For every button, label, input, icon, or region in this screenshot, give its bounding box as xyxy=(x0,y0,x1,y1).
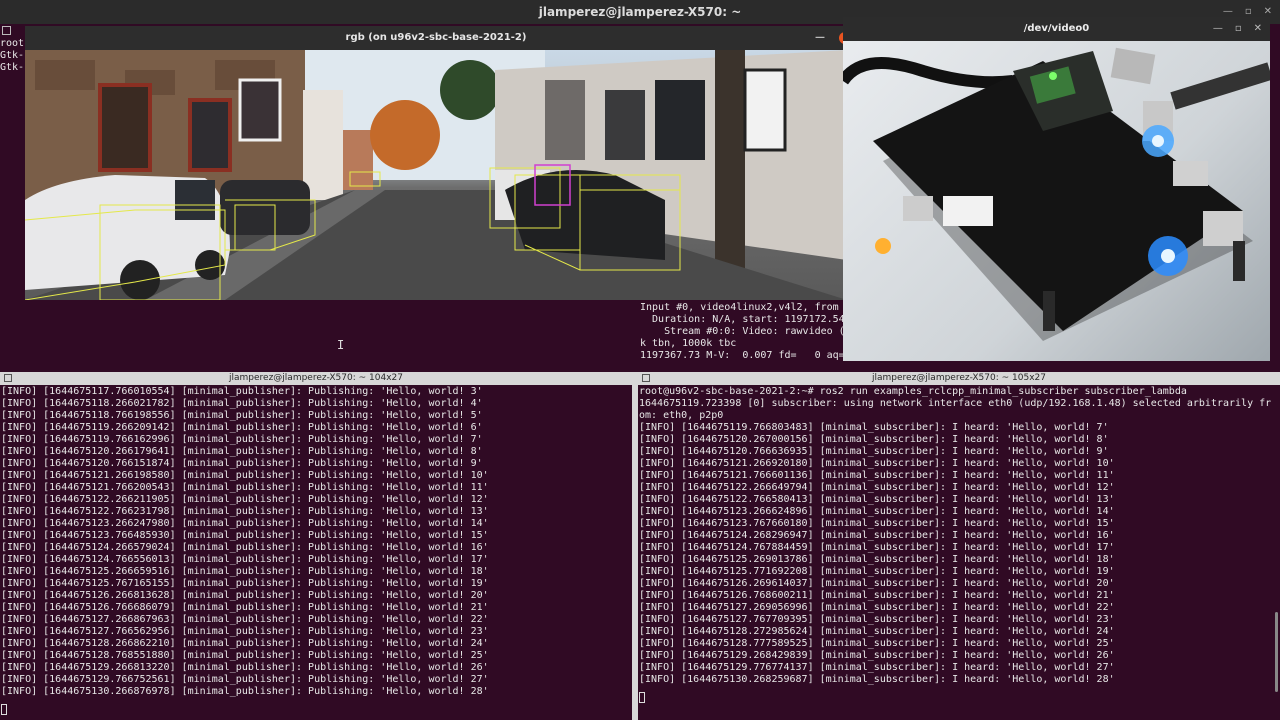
terminal-line: [INFO] [1644675123.266624896] [minimal_s… xyxy=(639,506,1115,517)
terminal-line: [INFO] [1644675119.266209142] [minimal_p… xyxy=(1,422,483,433)
terminal-line: [INFO] [1644675128.777589525] [minimal_s… xyxy=(639,638,1115,649)
terminal-cursor xyxy=(1,698,7,717)
terminal-line: [INFO] [1644675117.766010554] [minimal_p… xyxy=(1,386,483,397)
terminal-line: [INFO] [1644675126.768600211] [minimal_s… xyxy=(639,590,1115,601)
terminal-line: [INFO] [1644675118.266021782] [minimal_p… xyxy=(1,398,483,409)
terminal-line: [INFO] [1644675130.268259687] [minimal_s… xyxy=(639,674,1115,685)
terminal-line: [INFO] [1644675120.267000156] [minimal_s… xyxy=(639,434,1109,445)
rgb-window-titlebar[interactable]: rgb (on u96v2-sbc-base-2021-2) — xyxy=(25,26,851,50)
terminal-line: [INFO] [1644675119.766162996] [minimal_p… xyxy=(1,434,483,445)
terminal-line: [INFO] [1644675123.766485930] [minimal_p… xyxy=(1,530,489,541)
window-controls: — ▫ ✕ xyxy=(1213,17,1262,41)
terminal-line: Duration: N/A, start: 1197172.54 xyxy=(640,314,845,325)
terminal-line: [INFO] [1644675129.766752561] [minimal_p… xyxy=(1,674,489,685)
text-cursor-icon: I xyxy=(337,338,345,352)
camera-detection-image xyxy=(25,50,847,300)
terminal-line: [INFO] [1644675122.266649794] [minimal_s… xyxy=(639,482,1115,493)
terminal-line: [INFO] [1644675127.266867963] [minimal_p… xyxy=(1,614,489,625)
terminal-line: [INFO] [1644675123.767660180] [minimal_s… xyxy=(639,518,1115,529)
video-window-titlebar[interactable]: /dev/video0 — ▫ ✕ xyxy=(843,17,1270,41)
minimize-icon[interactable]: — xyxy=(1213,17,1223,41)
terminal-line: [INFO] [1644675122.266211905] [minimal_p… xyxy=(1,494,489,505)
publisher-terminal-titlebar[interactable]: jlamperez@jlamperez-X570: ~ 104x27 xyxy=(0,372,632,385)
terminal-line: [INFO] [1644675126.269614037] [minimal_s… xyxy=(639,578,1115,589)
terminal-line: [INFO] [1644675121.266920180] [minimal_s… xyxy=(639,458,1115,469)
terminal-line: [INFO] [1644675119.766803483] [minimal_s… xyxy=(639,422,1109,433)
terminal-line: [INFO] [1644675128.272985624] [minimal_s… xyxy=(639,626,1115,637)
rgb-viewer-window[interactable]: rgb (on u96v2-sbc-base-2021-2) — xyxy=(25,26,851,300)
subscriber-terminal-titlebar[interactable]: jlamperez@jlamperez-X570: ~ 105x27 xyxy=(638,372,1280,385)
terminal-line: root@u96v2-sbc-base-2021-2:~# ros2 run e… xyxy=(639,386,1187,397)
ffmpeg-output: Input #0, video4linux2,v4l2, from Durati… xyxy=(640,302,845,362)
publisher-terminal-title: jlamperez@jlamperez-X570: ~ 104x27 xyxy=(229,373,403,383)
terminal-line: [INFO] [1644675125.266659516] [minimal_p… xyxy=(1,566,489,577)
terminal-line: [INFO] [1644675124.268296947] [minimal_s… xyxy=(639,530,1115,541)
subscriber-terminal[interactable]: jlamperez@jlamperez-X570: ~ 105x27 root@… xyxy=(638,372,1280,720)
terminal-line: [INFO] [1644675128.768551880] [minimal_p… xyxy=(1,650,489,661)
terminal-line: Input #0, video4linux2,v4l2, from xyxy=(640,302,839,313)
terminal-line: [INFO] [1644675124.766556013] [minimal_p… xyxy=(1,554,489,565)
video-device-window[interactable]: /dev/video0 — ▫ ✕ xyxy=(843,17,1270,361)
ffmpeg-terminal[interactable]: Input #0, video4linux2,v4l2, from Durati… xyxy=(637,300,847,366)
terminal-line: 1197367.73 M-V: 0.007 fd= 0 aq= xyxy=(640,350,845,361)
terminal-line: [INFO] [1644675122.766231798] [minimal_p… xyxy=(1,506,489,517)
terminal-line: k tbn, 1000k tbc xyxy=(640,338,737,349)
terminal-icon xyxy=(4,374,12,382)
rgb-window-title: rgb (on u96v2-sbc-base-2021-2) xyxy=(345,32,527,43)
terminal-line: [INFO] [1644675124.266579024] [minimal_p… xyxy=(1,542,489,553)
terminal-line: [INFO] [1644675128.266862210] [minimal_p… xyxy=(1,638,489,649)
terminal-line: [INFO] [1644675126.766686079] [minimal_p… xyxy=(1,602,489,613)
terminal-line: [INFO] [1644675127.766562956] [minimal_p… xyxy=(1,626,489,637)
terminal-line: [INFO] [1644675125.767165155] [minimal_p… xyxy=(1,578,489,589)
terminal-line: Gtk- xyxy=(0,62,25,73)
minimize-icon[interactable]: — xyxy=(815,26,825,50)
terminal-line: Stream #0:0: Video: rawvideo ( xyxy=(640,326,845,337)
publisher-terminal-output: [INFO] [1644675117.766010554] [minimal_p… xyxy=(1,386,489,698)
maximize-icon[interactable]: ▫ xyxy=(1235,17,1242,41)
terminal-line: [INFO] [1644675125.269013786] [minimal_s… xyxy=(639,554,1115,565)
video-window-title: /dev/video0 xyxy=(1023,23,1090,34)
terminal-line: [INFO] [1644675125.771692208] [minimal_s… xyxy=(639,566,1115,577)
street-scene-graphic xyxy=(25,50,847,300)
terminal-line: [INFO] [1644675121.266198580] [minimal_p… xyxy=(1,470,489,481)
main-window-title: jlamperez@jlamperez-X570: ~ xyxy=(538,5,742,19)
background-terminal-output: root Gtk- Gtk- xyxy=(0,38,24,74)
publisher-terminal[interactable]: jlamperez@jlamperez-X570: ~ 104x27 [INFO… xyxy=(0,372,632,720)
terminal-line: [INFO] [1644675120.766151874] [minimal_p… xyxy=(1,458,483,469)
terminal-line: [INFO] [1644675123.266247980] [minimal_p… xyxy=(1,518,489,529)
subscriber-terminal-output: root@u96v2-sbc-base-2021-2:~# ros2 run e… xyxy=(639,386,1271,686)
terminal-icon xyxy=(642,374,650,382)
terminal-line: [INFO] [1644675130.266876978] [minimal_p… xyxy=(1,686,489,697)
terminal-line: [INFO] [1644675121.766601136] [minimal_s… xyxy=(639,470,1115,481)
board-photo-graphic xyxy=(843,47,1270,341)
terminal-line: 1644675119.723398 [0] subscriber: using … xyxy=(639,398,1272,409)
close-icon[interactable]: ✕ xyxy=(1254,17,1262,41)
terminal-line: [INFO] [1644675118.766198556] [minimal_p… xyxy=(1,410,483,421)
terminal-line: [INFO] [1644675129.776774137] [minimal_s… xyxy=(639,662,1115,673)
webcam-feed-image xyxy=(843,41,1270,361)
terminal-cursor xyxy=(639,686,645,705)
terminal-line: [INFO] [1644675120.766636935] [minimal_s… xyxy=(639,446,1109,457)
subscriber-terminal-title: jlamperez@jlamperez-X570: ~ 105x27 xyxy=(872,373,1046,383)
terminal-line: [INFO] [1644675122.766580413] [minimal_s… xyxy=(639,494,1115,505)
terminal-line: [INFO] [1644675129.266813220] [minimal_p… xyxy=(1,662,489,673)
terminal-icon xyxy=(2,26,11,35)
terminal-line: [INFO] [1644675127.767709395] [minimal_s… xyxy=(639,614,1115,625)
terminal-line: [INFO] [1644675121.766200543] [minimal_p… xyxy=(1,482,489,493)
terminal-line: om: eth0, p2p0 xyxy=(639,410,724,421)
terminal-line: Gtk- xyxy=(0,50,25,61)
terminal-scrollbar[interactable] xyxy=(1275,612,1278,692)
terminal-line: [INFO] [1644675120.266179641] [minimal_p… xyxy=(1,446,483,457)
terminal-line: [INFO] [1644675129.268429839] [minimal_s… xyxy=(639,650,1115,661)
terminal-line: [INFO] [1644675124.767884459] [minimal_s… xyxy=(639,542,1115,553)
terminal-line: [INFO] [1644675127.269056996] [minimal_s… xyxy=(639,602,1115,613)
terminal-line: [INFO] [1644675126.266813628] [minimal_p… xyxy=(1,590,489,601)
terminal-line: root xyxy=(0,38,25,49)
